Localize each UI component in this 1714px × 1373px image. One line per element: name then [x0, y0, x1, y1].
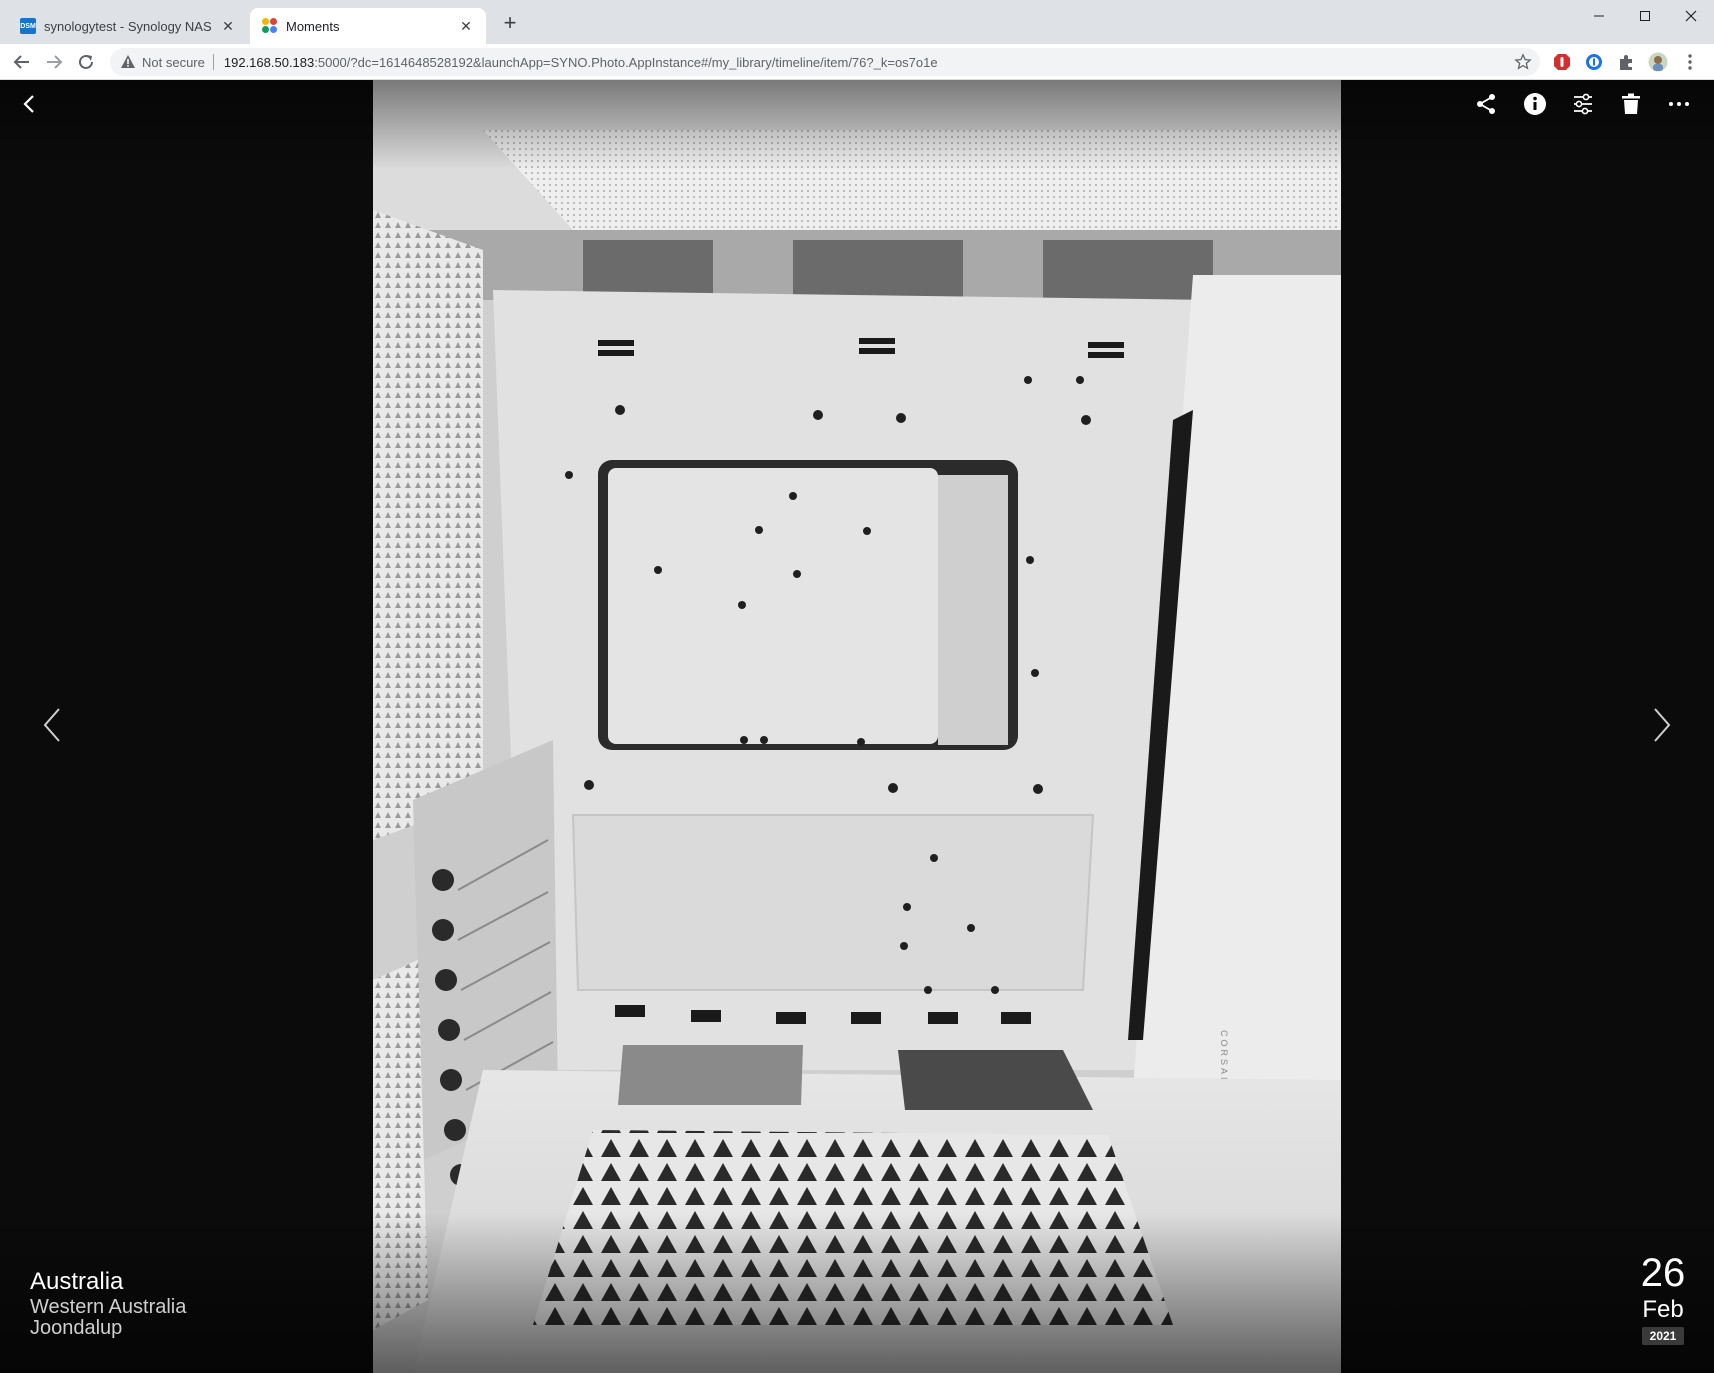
date-month: Feb [1642, 1296, 1684, 1323]
adblock-icon[interactable] [1552, 52, 1572, 72]
url-path: :5000/?dc=1614648528192&launchApp=SYNO.P… [314, 54, 938, 70]
moments-favicon-icon [262, 18, 278, 34]
profile-avatar[interactable] [1648, 52, 1668, 72]
more-icon[interactable] [1661, 86, 1697, 122]
trash-icon[interactable] [1613, 86, 1649, 122]
info-icon[interactable] [1517, 86, 1553, 122]
browser-tab-strip: DSM synologytest - Synology NAS ✕ Moment… [0, 0, 1714, 44]
photo-viewer: CORSAIR Australia Western Australia Joon… [0, 80, 1714, 1373]
address-separator [212, 54, 214, 70]
location-info[interactable]: Australia Western Australia Joondalup [30, 1267, 186, 1339]
not-secure-label[interactable]: Not secure [142, 55, 205, 70]
photo[interactable]: CORSAIR [373, 80, 1341, 1373]
location-state: Western Australia [30, 1296, 187, 1318]
tab-title: Moments [286, 18, 340, 34]
puzzle-icon[interactable] [1616, 52, 1636, 72]
back-arrow-icon[interactable] [8, 48, 36, 76]
new-tab-button[interactable]: + [498, 12, 522, 36]
date-year-badge: 2021 [1641, 1327, 1685, 1345]
maximize-icon[interactable] [1622, 0, 1668, 32]
url-host: 192.168.50.183 [223, 54, 315, 70]
adjust-icon[interactable] [1565, 86, 1601, 122]
previous-photo-chevron-left-icon[interactable] [32, 695, 72, 755]
dsm-favicon-icon: DSM [20, 18, 36, 34]
photo-date: 26 Feb 2021 [1638, 1251, 1688, 1345]
tab-synology-nas[interactable]: DSM synologytest - Synology NAS ✕ [8, 8, 248, 44]
browser-toolbar: Not secure 192.168.50.183 :5000/?dc=1614… [0, 44, 1714, 80]
forward-arrow-icon[interactable] [40, 48, 68, 76]
minimize-icon[interactable] [1576, 0, 1622, 32]
bookmark-star-icon[interactable] [1514, 53, 1532, 71]
reload-icon[interactable] [72, 48, 100, 76]
back-chevron-left-icon[interactable] [12, 86, 48, 122]
password-manager-icon[interactable] [1584, 52, 1604, 72]
date-day: 26 [1640, 1251, 1686, 1295]
warning-icon [121, 55, 135, 68]
tab-close-icon[interactable]: ✕ [458, 18, 474, 34]
address-bar[interactable]: Not secure 192.168.50.183 :5000/?dc=1614… [110, 48, 1540, 76]
location-country: Australia [30, 1268, 124, 1295]
tab-moments[interactable]: Moments ✕ [250, 8, 486, 44]
tab-close-icon[interactable]: ✕ [220, 18, 236, 34]
close-icon[interactable] [1668, 0, 1714, 32]
kebab-menu-icon[interactable] [1680, 52, 1700, 72]
share-icon[interactable] [1468, 86, 1504, 122]
next-photo-chevron-right-icon[interactable] [1642, 695, 1682, 755]
location-city: Joondalup [30, 1317, 123, 1339]
tab-title: synologytest - Synology NAS [44, 18, 212, 34]
